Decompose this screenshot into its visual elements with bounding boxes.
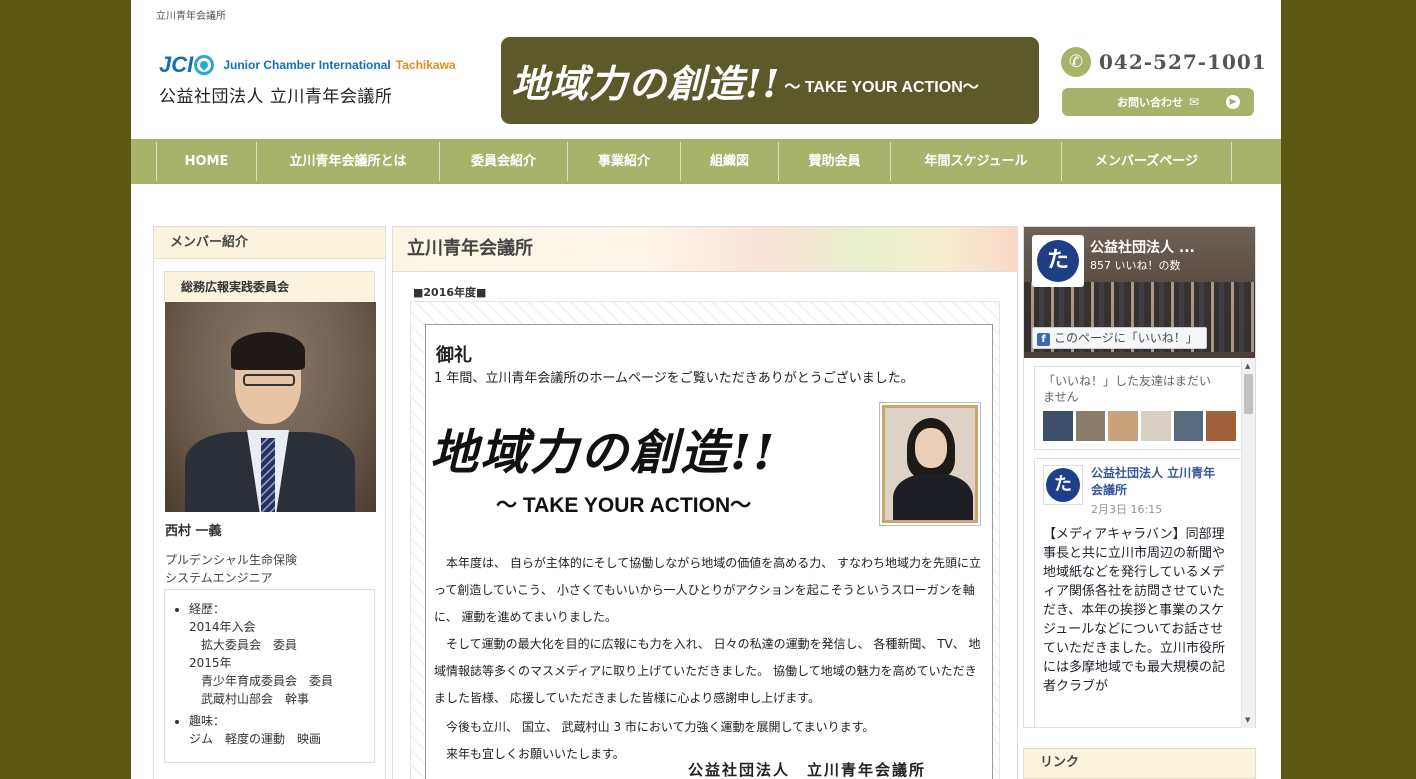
letter-signature: 公益社団法人 立川青年会議所	[688, 761, 927, 779]
post-avatar[interactable]: た	[1043, 465, 1083, 505]
site-logo[interactable]: JCI Junior Chamber International Tachika…	[159, 52, 456, 107]
friend-avatar[interactable]	[1141, 411, 1171, 441]
facebook-scrollbar[interactable]: ▲ ▼	[1241, 358, 1255, 728]
mail-icon: ✉	[1188, 95, 1200, 109]
history-role: 青少年育成委員会 委員	[201, 674, 334, 688]
main-nav: HOME 立川青年会議所とは 委員会紹介 事業紹介 組織図 賛助会員 年間スケジ…	[131, 139, 1281, 184]
nav-item-organization[interactable]: 組織図	[681, 142, 779, 181]
friend-avatar[interactable]	[1206, 411, 1237, 441]
friend-avatar[interactable]	[1075, 411, 1106, 441]
letter-slogan: 地域力の創造!!	[430, 425, 777, 481]
history-role: 武蔵村山部会 幹事	[201, 692, 310, 706]
letter-paragraph-1: 本年度は、 自らが主体的にそして協働しながら地域の価値を高める力、 すなわち地域…	[434, 556, 982, 624]
jci-city: Tachikawa	[395, 58, 456, 72]
history-year: 2015年	[189, 656, 232, 670]
contact-button-label: お問い合わせ	[1116, 96, 1183, 109]
nav-item-members[interactable]: メンバーズページ	[1062, 142, 1232, 181]
banner-subslogan: ～ TAKE YOUR ACTION～	[784, 78, 979, 96]
facebook-cover[interactable]: た 公益社団法人 ... 857 いいね！の数 f このページに「いいね！」	[1024, 227, 1255, 358]
scroll-up-icon[interactable]: ▲	[1245, 362, 1250, 370]
jci-emblem-icon	[194, 55, 215, 75]
arrow-right-icon: ▶	[1226, 95, 1240, 109]
phone-number: 042-527-1001	[1099, 50, 1267, 74]
facebook-widget: た 公益社団法人 ... 857 いいね！の数 f このページに「いいね！」 「い…	[1023, 226, 1256, 728]
hobby-label: 趣味：	[189, 714, 226, 728]
member-sidebar: メンバー紹介 総務広報実践委員会 西村 一義 プルデンシャル生命保険 システムエ…	[153, 226, 386, 779]
facebook-friends-box: 「いいね！」した友達はまだいません	[1034, 366, 1245, 450]
member-sidebar-heading: メンバー紹介	[154, 227, 385, 259]
jci-name: Junior Chamber International	[223, 58, 391, 72]
site-tag: 立川青年会議所	[156, 11, 226, 22]
member-company: プルデンシャル生命保険	[165, 553, 298, 567]
letter-paragraph-3: 今後も立川、 国立、 武蔵村山 3 市において力強く運動を展開してまいります。	[434, 720, 875, 734]
letter-intro: 1 年間、立川青年会議所のホームページをご覧いただきありがとうございました。	[434, 371, 914, 386]
member-name: 西村 一義	[165, 524, 222, 539]
main-content: 立川青年会議所 ■2016年度■ 御礼 1 年間、立川青年会議所のホームページを…	[392, 226, 1018, 779]
friend-avatar[interactable]	[1173, 411, 1204, 441]
facebook-like-button-label: このページに「いいね！」	[1054, 331, 1198, 345]
nav-item-committees[interactable]: 委員会紹介	[440, 142, 568, 181]
thanks-letter: 御礼 1 年間、立川青年会議所のホームページをご覧いただきありがとうございました…	[425, 324, 993, 779]
hobby-item: 趣味： ジム 軽度の運動 映画	[189, 712, 366, 748]
nav-item-supporters[interactable]: 賛助会員	[779, 142, 891, 181]
banner-slogan: 地域力の創造!!	[511, 61, 781, 106]
year-label: ■2016年度■	[413, 286, 487, 299]
post-page-name[interactable]: 公益社団法人 立川青年会議所	[1091, 465, 1216, 499]
member-photo	[165, 302, 376, 512]
nav-item-about[interactable]: 立川青年会議所とは	[257, 142, 440, 181]
member-history: 経歴： 2014年入会 拡大委員会 委員 2015年 青少年育成委員会 委員 武…	[164, 589, 375, 763]
facebook-like-button[interactable]: f このページに「いいね！」	[1032, 327, 1207, 349]
friend-avatar[interactable]	[1043, 411, 1073, 441]
facebook-page-title[interactable]: 公益社団法人 ...	[1090, 237, 1195, 257]
nav-item-home[interactable]: HOME	[157, 142, 257, 181]
facebook-icon: f	[1037, 333, 1050, 346]
history-year: 2014年入会	[189, 620, 256, 634]
facebook-friend-avatars	[1043, 411, 1237, 441]
scroll-down-icon[interactable]: ▼	[1245, 716, 1250, 724]
facebook-page-logo[interactable]: た	[1032, 235, 1084, 287]
letter-background: 御礼 1 年間、立川青年会議所のホームページをご覧いただきありがとうございました…	[410, 301, 1000, 779]
phone-contact: ✆ 042-527-1001	[1061, 47, 1267, 77]
org-name: 公益社団法人 立川青年会議所	[159, 87, 393, 107]
history-label: 経歴：	[189, 602, 226, 616]
hobby-value: ジム 軽度の運動 映画	[189, 732, 322, 746]
post-date[interactable]: 2月3日 16:15	[1091, 501, 1216, 517]
post-body: 【メディアキャラバン】同部理事長と共に立川市周辺の新聞や地域紙などを発行している…	[1043, 527, 1226, 694]
contact-button[interactable]: お問い合わせ ✉ ▶	[1062, 88, 1254, 116]
facebook-like-count: 857 いいね！の数	[1090, 259, 1181, 272]
nav-item-projects[interactable]: 事業紹介	[568, 142, 681, 181]
president-portrait	[882, 405, 978, 523]
member-position: システムエンジニア	[165, 571, 273, 585]
facebook-post: た 公益社団法人 立川青年会議所 2月3日 16:15 【メディアキャラバン】同…	[1034, 458, 1245, 728]
friend-avatar[interactable]	[1108, 411, 1139, 441]
slogan-banner: 地域力の創造!! ～ TAKE YOUR ACTION～	[501, 37, 1039, 124]
page-container: 立川青年会議所 JCI Junior Chamber International…	[131, 0, 1281, 779]
committee-name: 総務広報実践委員会	[165, 272, 374, 302]
nav-items: HOME 立川青年会議所とは 委員会紹介 事業紹介 組織図 賛助会員 年間スケジ…	[156, 142, 1232, 181]
nav-item-schedule[interactable]: 年間スケジュール	[891, 142, 1062, 181]
facebook-friends-text: 「いいね！」した友達はまだいません	[1043, 374, 1212, 404]
history-role: 拡大委員会 委員	[201, 638, 298, 652]
letter-paragraph-2: そして運動の最大化を目的に広報にも力を入れ、 日々の私達の運動を発信し、 各種新…	[434, 637, 981, 705]
phone-icon: ✆	[1061, 47, 1091, 77]
letter-tagline: ～ TAKE YOUR ACTION～	[496, 494, 752, 517]
history-item: 経歴： 2014年入会 拡大委員会 委員 2015年 青少年育成委員会 委員 武…	[189, 600, 366, 708]
links-box: リンク	[1023, 748, 1256, 779]
links-heading: リンク	[1024, 749, 1255, 779]
letter-title: 御礼	[436, 345, 472, 366]
member-company-block: プルデンシャル生命保険 システムエンジニア	[165, 551, 385, 587]
committee-box: 総務広報実践委員会	[164, 271, 375, 302]
jci-logo-text: JCI	[159, 52, 194, 77]
scrollbar-thumb[interactable]	[1244, 374, 1253, 414]
main-heading: 立川青年会議所	[393, 227, 1017, 272]
facebook-feed[interactable]: 「いいね！」した友達はまだいません た 公益社団法人 立川青年会議所 2月3日 …	[1024, 358, 1255, 728]
